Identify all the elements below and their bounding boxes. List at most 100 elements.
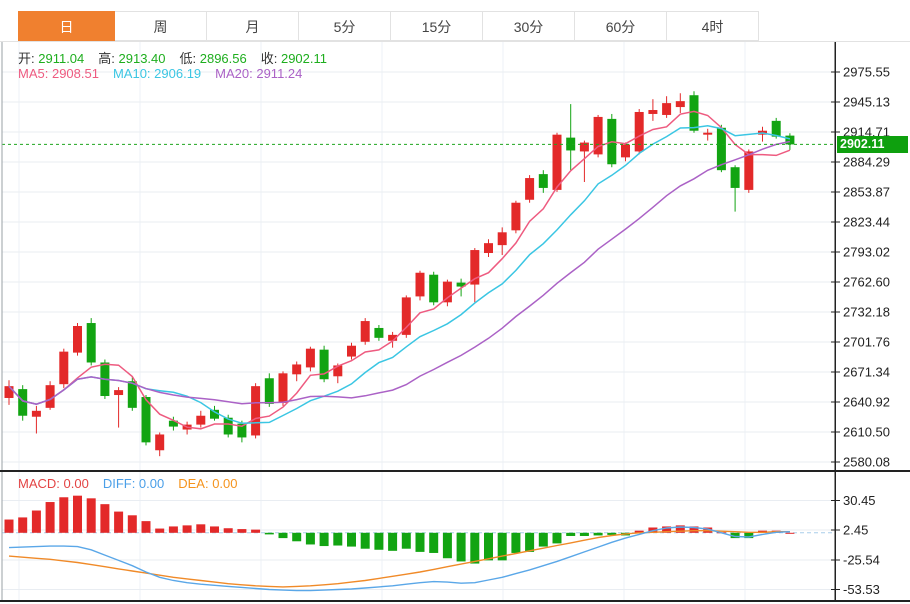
axis-tick-label: 2762.60: [843, 275, 890, 290]
candle-body: [87, 323, 96, 362]
candle-body: [279, 373, 288, 403]
ohlcbar-item-2: 低: 2896.56: [180, 51, 247, 66]
candle-body: [648, 110, 657, 114]
candle-body: [306, 349, 315, 368]
axis-tick-label: 2732.18: [843, 305, 890, 320]
candle-body: [744, 151, 753, 189]
macd-histogram-bar: [416, 533, 425, 552]
candle-body: [662, 103, 671, 115]
macd-histogram-bar: [306, 533, 315, 545]
tab-period-2[interactable]: 月: [207, 11, 299, 41]
macd-histogram-bar: [183, 525, 192, 532]
tab-period-0[interactable]: 日: [18, 11, 115, 41]
macd-histogram-bar: [155, 529, 164, 533]
candle-body: [525, 178, 534, 200]
mabar-item-0: MA5: 2908.51: [18, 66, 99, 81]
macd-histogram-bar: [429, 533, 438, 553]
macd-legend: MACD: 0.00 DIFF: 0.00 DEA: 0.00: [18, 476, 252, 491]
candle-body: [292, 364, 301, 374]
macd-histogram-bar: [100, 504, 109, 533]
ma10-line: [9, 126, 790, 423]
macd-histogram-bar: [292, 533, 301, 541]
macd-histogram-bar: [114, 512, 123, 533]
candle-body: [155, 434, 164, 450]
candle-body: [32, 411, 41, 417]
axis-tick-label: 2.45: [843, 523, 868, 538]
candle-body: [498, 232, 507, 245]
macd-histogram-bar: [18, 517, 27, 532]
macd-histogram-bar: [566, 533, 575, 536]
axis-tick-label: 2580.08: [843, 455, 890, 470]
tab-period-7[interactable]: 4时: [667, 11, 759, 41]
candle-body: [484, 243, 493, 253]
diff-line: [9, 527, 790, 591]
axis-tick-label: -25.54: [843, 552, 880, 567]
candle-body: [73, 326, 82, 353]
tab-period-6[interactable]: 60分: [575, 11, 667, 41]
macd-histogram-bar: [237, 529, 246, 533]
candle-body: [374, 328, 383, 338]
ma20-line: [9, 142, 790, 405]
macd-histogram-bar: [142, 521, 151, 533]
ohlcbar-item-3: 收: 2902.11: [261, 51, 327, 66]
axis-tick-label: 2640.92: [843, 395, 890, 410]
macd-histogram-bar: [594, 533, 603, 536]
macdbar-item-0: MACD: 0.00: [18, 476, 89, 491]
candle-body: [553, 135, 562, 190]
axis-tick-label: 30.45: [843, 493, 876, 508]
ma-legend: MA5: 2908.51MA10: 2906.19MA20: 2911.24: [18, 66, 316, 81]
macd-histogram-bar: [347, 533, 356, 547]
axis-tick-label: 2701.76: [843, 335, 890, 350]
candle-body: [539, 174, 548, 188]
macd-histogram-bar: [333, 533, 342, 546]
macd-histogram-bar: [553, 533, 562, 544]
candle-body: [731, 167, 740, 188]
candle-body: [621, 145, 630, 158]
period-tab-bar: 日周月5分15分30分60分4时: [18, 11, 759, 41]
candle-body: [265, 378, 274, 404]
candle-body: [416, 273, 425, 297]
macd-histogram-bar: [443, 533, 452, 558]
candle-body: [251, 386, 260, 435]
macd-histogram-bar: [196, 524, 205, 532]
macdbar-item-1: DIFF: 0.00: [103, 476, 164, 491]
candle-body: [59, 352, 68, 385]
axis-tick-label: 2853.87: [843, 185, 890, 200]
macd-histogram-bar: [580, 533, 589, 536]
ohlcbar-item-0: 开: 2911.04: [18, 51, 84, 66]
tab-period-5[interactable]: 30分: [483, 11, 575, 41]
macd-histogram-bar: [169, 526, 178, 532]
dea-line: [9, 531, 790, 587]
macd-histogram-bar: [539, 533, 548, 547]
axis-tick-label: -53.53: [843, 582, 880, 597]
mabar-item-1: MA10: 2906.19: [113, 66, 201, 81]
macd-histogram-bar: [320, 533, 329, 546]
macd-histogram-bar: [128, 515, 137, 533]
candle-body: [443, 282, 452, 303]
tab-period-4[interactable]: 15分: [391, 11, 483, 41]
candle-body: [5, 386, 14, 398]
candle-body: [347, 346, 356, 357]
kline-chart-app: 2975.552945.132914.712884.292853.872823.…: [0, 0, 910, 604]
macd-histogram-bar: [361, 533, 370, 549]
axis-tick-label: 2823.44: [843, 215, 890, 230]
candlestick-chart-canvas[interactable]: 2975.552945.132914.712884.292853.872823.…: [0, 0, 910, 604]
macd-histogram-bar: [279, 533, 288, 538]
macd-histogram-bar: [374, 533, 383, 550]
macd-histogram-bar: [265, 533, 274, 535]
candle-body: [333, 365, 342, 376]
candle-body: [580, 143, 589, 152]
candle-body: [635, 112, 644, 151]
macd-histogram-bar: [402, 533, 411, 549]
current-price-tag: 2902.11: [837, 136, 908, 153]
macdbar-item-2: DEA: 0.00: [178, 476, 237, 491]
macd-histogram-bar: [470, 533, 479, 564]
axis-tick-label: 2975.55: [843, 65, 890, 80]
tab-period-3[interactable]: 5分: [299, 11, 391, 41]
tab-period-1[interactable]: 周: [115, 11, 207, 41]
macd-histogram-bar: [59, 497, 68, 533]
macd-histogram-bar: [785, 533, 794, 534]
ohlc-legend: 开: 2911.04高: 2913.40低: 2896.56收: 2902.11: [18, 48, 341, 67]
axis-tick-label: 2610.50: [843, 425, 890, 440]
macd-histogram-bar: [32, 511, 41, 533]
